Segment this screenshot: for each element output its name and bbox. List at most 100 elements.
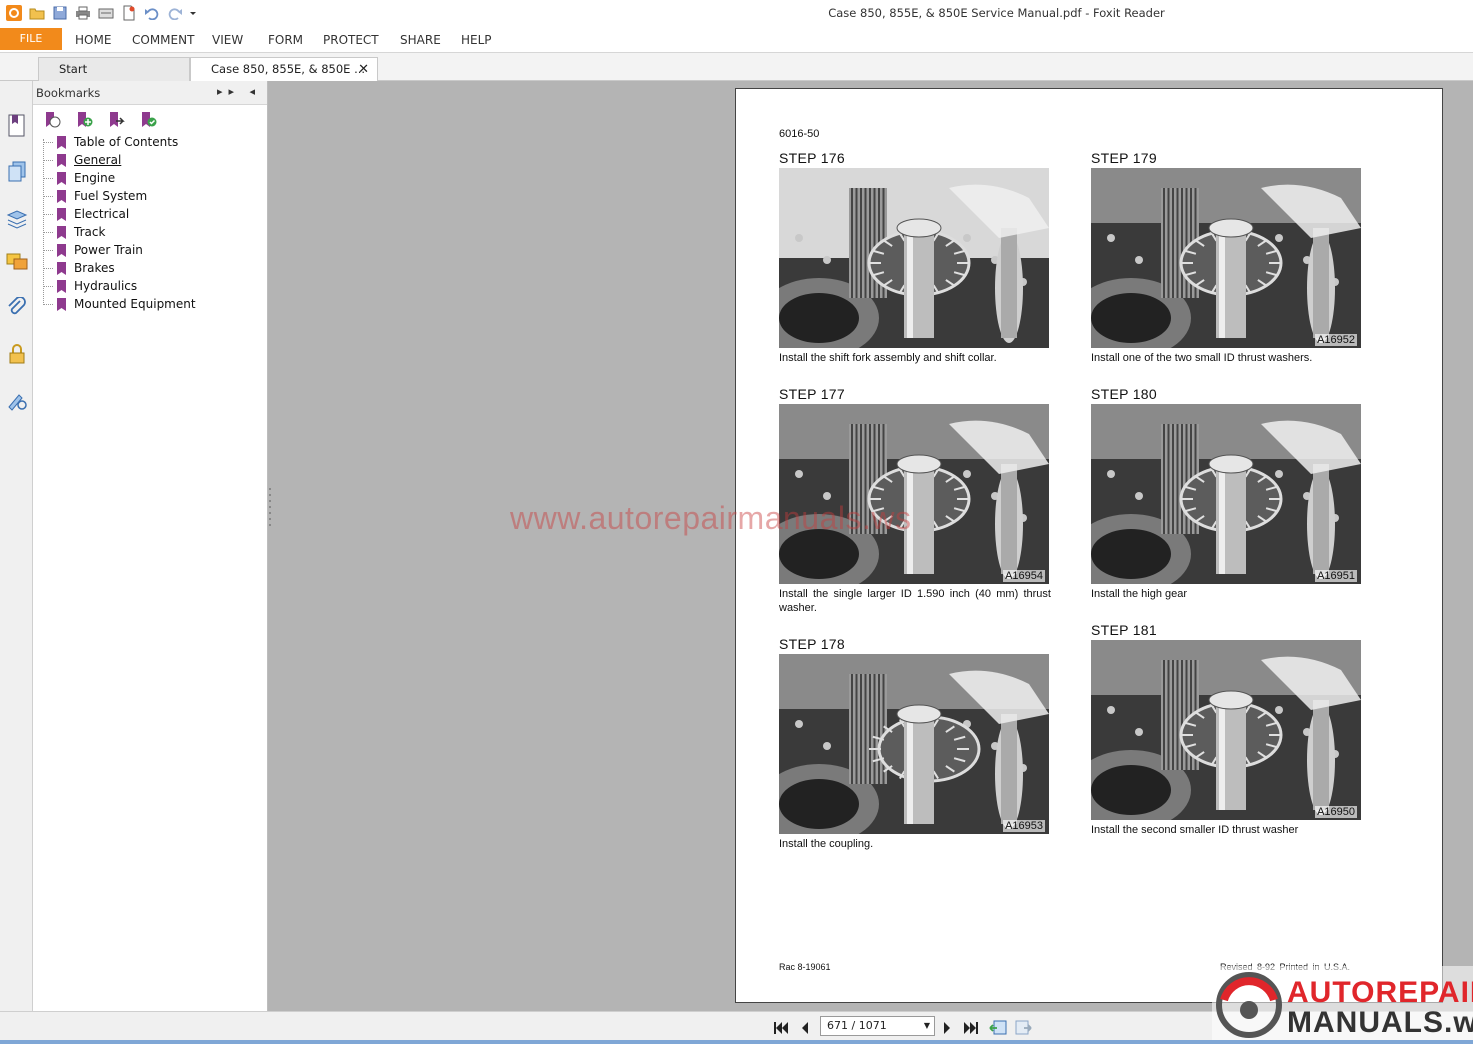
bookmark-item[interactable]: Track	[43, 223, 196, 241]
step-title: STEP 178	[779, 636, 845, 652]
bookmark-label: Mounted Equipment	[74, 297, 196, 311]
watermark-text: www.autorepairmanuals.ws	[510, 500, 912, 536]
add-bookmark-icon[interactable]	[75, 111, 93, 129]
tree-connector	[43, 142, 53, 143]
step-photo: A16954	[779, 404, 1049, 584]
page-dropdown-icon[interactable]: ▼	[924, 1017, 930, 1035]
manual-step: STEP 181 A16950 Install the second smaller…	[1091, 622, 1363, 837]
menu-form[interactable]: FORM	[268, 33, 303, 47]
step-title: STEP 179	[1091, 150, 1157, 166]
comments-icon[interactable]	[6, 251, 28, 273]
attachments-icon[interactable]	[6, 297, 28, 319]
window-title: Case 850, 855E, & 850E Service Manual.pd…	[828, 6, 1165, 20]
bookmark-item[interactable]: Hydraulics	[43, 277, 196, 295]
ribbon-menu: FILE HOME COMMENT VIEW FORM PROTECT SHAR…	[0, 26, 1473, 53]
page-number-value: 671 / 1071	[827, 1019, 887, 1032]
manual-step: STEP 176 Install the shift fork assembly …	[779, 150, 1051, 365]
bookmark-toolbar	[43, 111, 157, 129]
last-page-icon[interactable]	[961, 1018, 981, 1038]
step-title: STEP 180	[1091, 386, 1157, 402]
bookmark-item[interactable]: Fuel System	[43, 187, 196, 205]
document-tab-bar: Start Case 850, 855E, & 850E ... ✕	[0, 53, 1473, 82]
step-photo: A16950	[1091, 640, 1361, 820]
panel-collapse-controls[interactable]: ▸▸ ◂	[217, 85, 261, 98]
bookmark-item[interactable]: General	[43, 151, 196, 169]
bookmark-item[interactable]: Power Train	[43, 241, 196, 259]
tree-connector	[43, 178, 53, 179]
bookmark-flag-icon	[57, 171, 66, 185]
tree-connector	[43, 196, 53, 197]
step-caption: Install one of the two small ID thrust w…	[1091, 352, 1313, 364]
tree-connector	[43, 160, 53, 161]
previous-page-icon[interactable]	[795, 1018, 815, 1038]
page-number-field[interactable]: 671 / 1071 ▼	[820, 1016, 935, 1036]
step-title: STEP 181	[1091, 622, 1157, 638]
close-tab-icon[interactable]: ✕	[358, 58, 369, 81]
page-footer-left: Rac 8-19061	[779, 962, 831, 972]
step-photo	[779, 168, 1049, 348]
bookmark-item[interactable]: Brakes	[43, 259, 196, 277]
menu-home[interactable]: HOME	[75, 33, 111, 47]
layers-icon[interactable]	[6, 208, 28, 230]
bookmark-label: Engine	[74, 171, 116, 185]
bookmark-item[interactable]: Mounted Equipment	[43, 295, 196, 313]
step-caption: Install the high gear	[1091, 588, 1188, 600]
watermark-logo-line2: MANUALS.ws	[1287, 1006, 1473, 1039]
photo-reference-code: A16953	[1003, 820, 1045, 832]
bookmark-flag-icon	[57, 225, 66, 239]
bookmark-flag-icon	[57, 153, 66, 167]
bookmark-item[interactable]: Engine	[43, 169, 196, 187]
move-bookmark-icon[interactable]	[107, 111, 125, 129]
file-menu-button[interactable]: FILE	[0, 28, 62, 50]
step-photo: A16951	[1091, 404, 1361, 584]
bookmarks-panel: Bookmarks ▸▸ ◂ Table of Contents General E…	[33, 81, 268, 1011]
bookmark-label: Electrical	[74, 207, 130, 221]
tab-start-label: Start	[59, 62, 88, 76]
menu-help[interactable]: HELP	[461, 33, 492, 47]
next-view-icon[interactable]	[1014, 1018, 1034, 1038]
bookmark-flag-icon	[57, 189, 66, 203]
bookmark-label: General	[74, 153, 122, 167]
tree-connector	[43, 304, 53, 305]
bookmark-label: Hydraulics	[74, 279, 138, 293]
photo-reference-code: A16952	[1315, 334, 1357, 346]
tab-document[interactable]: Case 850, 855E, & 850E ... ✕	[190, 57, 378, 82]
tab-start[interactable]: Start	[38, 57, 190, 82]
tree-connector	[43, 268, 53, 269]
menu-share[interactable]: SHARE	[400, 33, 441, 47]
page-thumbnails-icon[interactable]	[6, 161, 28, 183]
menu-protect[interactable]: PROTECT	[323, 33, 379, 47]
step-caption: Install the shift fork assembly and shif…	[779, 352, 997, 364]
menu-comment[interactable]: COMMENT	[132, 33, 194, 47]
tree-connector	[43, 214, 53, 215]
photo-reference-code: A16951	[1315, 570, 1357, 582]
signature-tools-icon[interactable]	[6, 389, 28, 411]
menu-view[interactable]: VIEW	[212, 33, 243, 47]
next-page-icon[interactable]	[937, 1018, 957, 1038]
security-lock-icon[interactable]	[6, 343, 28, 365]
panel-splitter-handle[interactable]	[268, 486, 273, 530]
photo-reference-code: A16954	[1003, 570, 1045, 582]
bookmark-label: Fuel System	[74, 189, 148, 203]
bookmark-label: Power Train	[74, 243, 143, 257]
step-title: STEP 177	[779, 386, 845, 402]
bookmarks-panel-header: Bookmarks ▸▸ ◂	[33, 81, 267, 105]
bookmark-panel-icon[interactable]	[6, 114, 28, 137]
bookmark-item[interactable]: Table of Contents	[43, 133, 196, 151]
bookmark-flag-icon	[57, 135, 66, 149]
navigation-panel-rail	[0, 81, 33, 1011]
bookmark-label: Brakes	[74, 261, 115, 275]
bookmark-item[interactable]: Electrical	[43, 205, 196, 223]
first-page-icon[interactable]	[771, 1018, 791, 1038]
step-caption: Install the second smaller ID thrust was…	[1091, 824, 1299, 836]
previous-view-icon[interactable]	[988, 1018, 1008, 1038]
step-caption: Install the single larger ID 1.590 inch …	[779, 588, 1051, 614]
manual-step: STEP 180 A16951 Install the high gear	[1091, 386, 1363, 601]
watermark-logo-emblem-icon	[1216, 972, 1282, 1038]
expand-bookmark-icon[interactable]	[43, 111, 61, 129]
tree-connector	[43, 232, 53, 233]
bookmark-settings-icon[interactable]	[139, 111, 157, 129]
bookmark-flag-icon	[57, 243, 66, 257]
manual-step: STEP 179 A16952 Install one of the two sma…	[1091, 150, 1363, 365]
tab-document-label: Case 850, 855E, & 850E ...	[211, 62, 366, 76]
